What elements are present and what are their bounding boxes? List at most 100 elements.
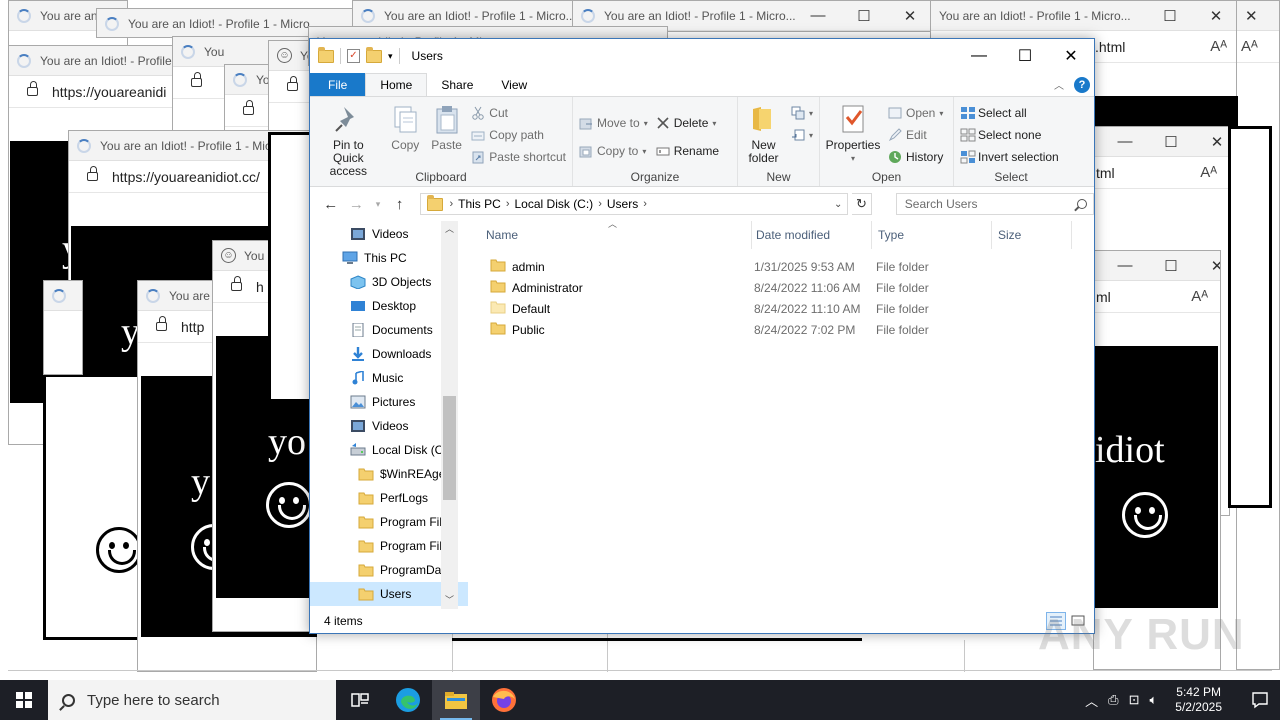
up-arrow-icon[interactable]: ↑: [389, 196, 411, 213]
collapse-ribbon-icon[interactable]: ︿: [1054, 77, 1064, 92]
help-icon[interactable]: ?: [1074, 76, 1090, 93]
move-to-button[interactable]: Move to ▾: [579, 113, 648, 133]
browser-titlebar[interactable]: ✕: [1237, 1, 1279, 31]
column-type[interactable]: Type: [872, 221, 992, 249]
copy-path-label: Copy path: [489, 128, 544, 142]
firefox-button[interactable]: [480, 680, 528, 720]
easy-access-button[interactable]: ▾: [791, 125, 813, 145]
properties-icon[interactable]: ✓: [347, 49, 360, 63]
network-icon[interactable]: ⊡: [1129, 692, 1140, 708]
rename-button[interactable]: Rename: [656, 141, 719, 161]
tab-view[interactable]: View: [487, 73, 541, 96]
forward-arrow-icon[interactable]: →: [346, 196, 368, 213]
scroll-down-icon[interactable]: ﹀: [441, 592, 458, 609]
file-row[interactable]: Administrator 8/24/2022 11:06 AM File fold…: [468, 277, 1094, 298]
column-date-modified[interactable]: Date modified: [752, 221, 872, 249]
read-aloud-icon[interactable]: Aᴬ: [1191, 288, 1208, 305]
paste-shortcut-button[interactable]: Paste shortcut: [471, 147, 566, 167]
file-row[interactable]: admin 1/31/2025 9:53 AM File folder: [468, 256, 1094, 277]
maximize-icon[interactable]: ☐: [841, 7, 887, 25]
file-row[interactable]: Public 8/24/2022 7:02 PM File folder: [468, 319, 1094, 340]
maximize-icon[interactable]: ☐: [1147, 7, 1193, 25]
browser-titlebar[interactable]: —☐✕: [1094, 251, 1220, 281]
url-text: tml: [1096, 164, 1115, 181]
maximize-icon[interactable]: ☐: [1148, 133, 1194, 151]
taskbar-search[interactable]: Type here to search: [48, 680, 336, 720]
read-aloud-icon[interactable]: Aᴬ: [1241, 38, 1258, 55]
browser-titlebar[interactable]: —☐✕: [1094, 127, 1229, 157]
close-icon[interactable]: ✕: [1194, 133, 1229, 151]
file-explorer-button[interactable]: [432, 680, 480, 720]
column-name[interactable]: Name: [486, 221, 752, 249]
chevron-up-icon[interactable]: ︿: [1085, 691, 1098, 710]
volume-icon[interactable]: 🔈︎: [1149, 692, 1157, 708]
close-icon[interactable]: ✕: [887, 7, 933, 25]
tab-file[interactable]: File: [310, 73, 366, 96]
file-explorer-window[interactable]: ✓ ▾ Users — ☐ ✕ File Home Share View ︿ ?: [309, 38, 1095, 634]
close-icon[interactable]: ✕: [1245, 7, 1258, 25]
search-input[interactable]: Search Users: [895, 193, 1094, 215]
copy-to-button[interactable]: Copy to ▾: [579, 141, 648, 161]
select-all-button[interactable]: Select all: [960, 103, 1059, 123]
read-aloud-icon[interactable]: Aᴬ: [1210, 38, 1227, 55]
browser-titlebar[interactable]: [44, 281, 82, 311]
invert-selection-button[interactable]: Invert selection: [960, 147, 1059, 167]
breadcrumb-users[interactable]: Users: [607, 197, 638, 211]
explorer-titlebar[interactable]: ✓ ▾ Users — ☐ ✕: [310, 39, 1094, 73]
copy-path-button[interactable]: Copy path: [471, 125, 566, 145]
back-arrow-icon[interactable]: ←: [320, 196, 342, 213]
read-aloud-icon[interactable]: Aᴬ: [1200, 164, 1217, 181]
history-button[interactable]: History: [888, 147, 943, 167]
tab-home[interactable]: Home: [365, 73, 428, 96]
minimize-icon[interactable]: —: [1102, 133, 1148, 151]
select-none-button[interactable]: Select none: [960, 125, 1059, 145]
tab-share[interactable]: Share: [427, 73, 487, 96]
address-bar[interactable]: › This PC › Local Disk (C:) › Users › ⌄: [420, 193, 849, 215]
device-icon[interactable]: ⎙: [1108, 692, 1118, 708]
breadcrumb-local-disk[interactable]: Local Disk (C:): [515, 197, 594, 211]
maximize-icon[interactable]: ☐: [1148, 257, 1194, 275]
minimize-icon[interactable]: —: [1102, 257, 1148, 275]
edit-button[interactable]: Edit: [888, 125, 943, 145]
customize-toolbar-icon[interactable]: ▾: [388, 51, 393, 62]
scroll-thumb[interactable]: [443, 396, 456, 500]
close-icon[interactable]: ✕: [1193, 7, 1239, 25]
file-list[interactable]: ︿ Name Date modified Type Size admin 1/31…: [468, 219, 1094, 609]
start-button[interactable]: [0, 680, 48, 720]
chevron-right-icon[interactable]: ›: [643, 198, 647, 210]
select-none-icon: [960, 128, 976, 142]
notifications-button[interactable]: [1240, 691, 1280, 709]
refresh-button[interactable]: ↻: [852, 193, 872, 215]
maximize-icon[interactable]: ☐: [1002, 39, 1048, 73]
pin-icon: [332, 103, 364, 135]
breadcrumb-this-pc[interactable]: This PC: [458, 197, 501, 211]
new-item-button[interactable]: ▾: [791, 103, 813, 123]
cut-button[interactable]: Cut: [471, 103, 566, 123]
browser-window-left-6[interactable]: [43, 280, 83, 375]
chevron-right-icon[interactable]: ›: [598, 198, 602, 210]
minimize-icon[interactable]: —: [795, 7, 841, 25]
task-view-button[interactable]: [336, 680, 384, 720]
scroll-up-icon[interactable]: ︿: [441, 221, 458, 238]
new-folder-icon[interactable]: [366, 46, 382, 63]
edge-button[interactable]: [384, 680, 432, 720]
close-icon[interactable]: ✕: [1048, 39, 1094, 73]
recent-locations-icon[interactable]: ▾: [371, 199, 385, 210]
open-button[interactable]: Open ▾: [888, 103, 943, 123]
file-row[interactable]: Default 8/24/2022 11:10 AM File folder: [468, 298, 1094, 319]
column-size[interactable]: Size: [992, 221, 1072, 249]
chevron-right-icon[interactable]: ›: [506, 198, 510, 210]
navigation-pane[interactable]: Videos This PC 3D Objects Desktop Documents D…: [310, 221, 468, 609]
minimize-icon[interactable]: —: [956, 39, 1002, 73]
close-icon[interactable]: ✕: [1194, 257, 1220, 275]
nav-scrollbar[interactable]: ︿ ﹀: [441, 221, 458, 609]
address-dropdown-icon[interactable]: ⌄: [829, 199, 847, 210]
clock[interactable]: 5:42 PM 5/2/2025: [1175, 685, 1222, 715]
address-bar[interactable]: Aᴬ: [1237, 31, 1279, 63]
browser-titlebar[interactable]: You are an Idiot! - Profile 1 - Micro...…: [931, 1, 1239, 31]
chevron-right-icon[interactable]: ›: [449, 198, 453, 210]
lock-icon: [191, 72, 202, 87]
address-bar[interactable]: tml Aᴬ: [1094, 157, 1229, 189]
delete-button[interactable]: Delete ▾: [656, 113, 719, 133]
address-bar[interactable]: ml Aᴬ: [1094, 281, 1220, 313]
